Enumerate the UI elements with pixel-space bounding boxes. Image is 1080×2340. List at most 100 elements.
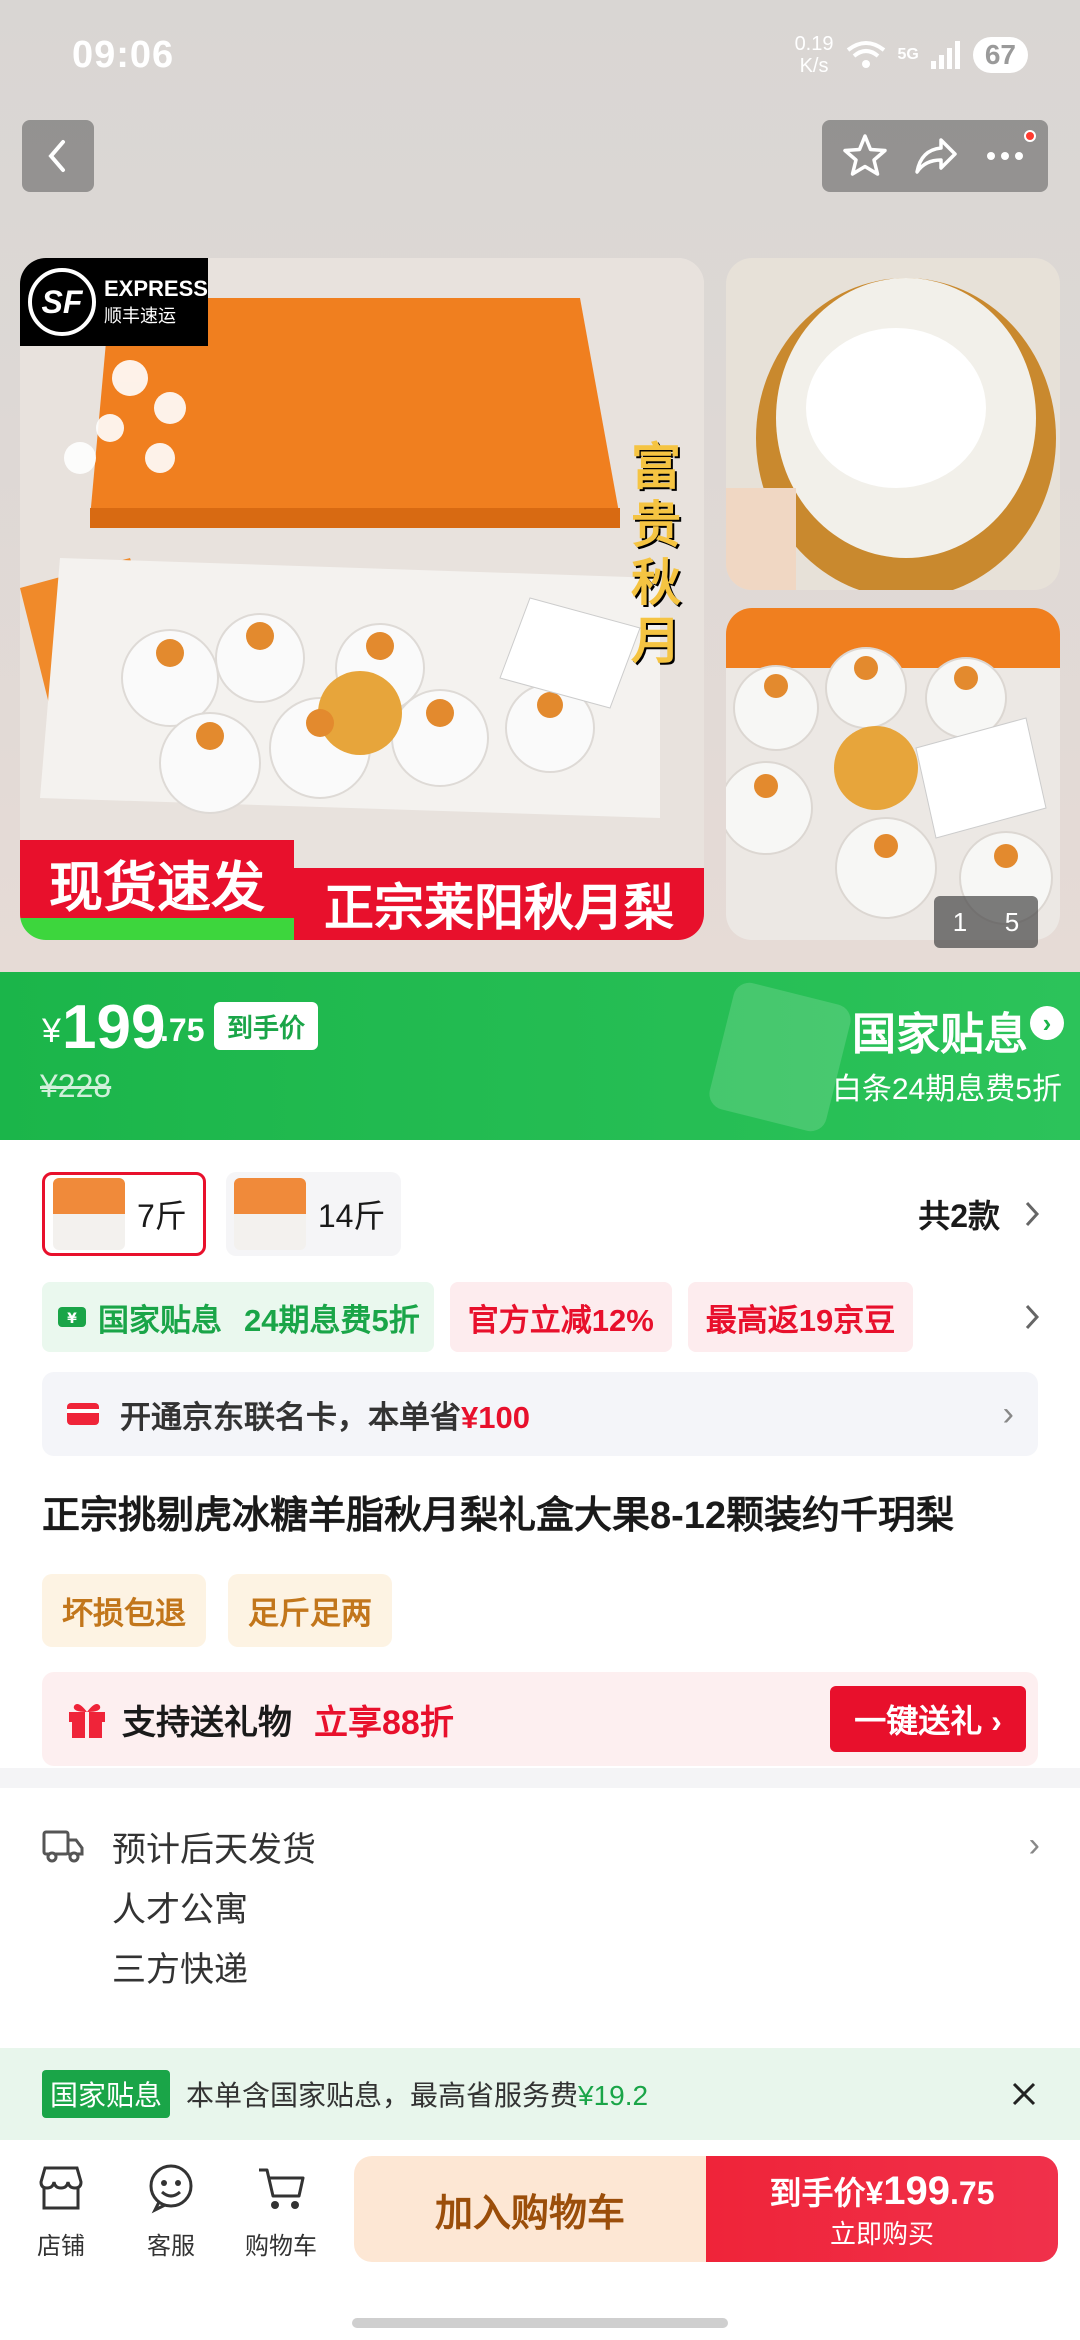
product-title: 正宗挑剔虎冰糖羊脂秋月梨礼盒大果8-12颗装约千玥梨 bbox=[42, 1495, 955, 1537]
promo-installment-label: 24期息费5折 bbox=[244, 1302, 420, 1338]
truck-icon bbox=[42, 1830, 84, 1863]
sf-logo: SF bbox=[28, 268, 96, 336]
cart-icon bbox=[259, 2168, 305, 2209]
promo-official-discount[interactable]: 官方立减12% bbox=[449, 1282, 672, 1352]
coupon-decoration bbox=[706, 979, 854, 1135]
variant-label: 14斤 bbox=[317, 1198, 386, 1234]
back-button[interactable] bbox=[22, 120, 94, 192]
chevron-right-icon[interactable]: › bbox=[1030, 1006, 1064, 1040]
chat-icon bbox=[149, 2164, 193, 2214]
promo-national-subsidy[interactable]: ¥ 国家贴息 24期息费5折 bbox=[42, 1282, 434, 1352]
national-subsidy-link[interactable]: 国家贴息 bbox=[852, 998, 1028, 1062]
status-icons: 0.19 K/s 5G 67 bbox=[795, 33, 1028, 77]
shop-label: 店铺 bbox=[37, 2233, 85, 2260]
notice-amount: ¥19.2 bbox=[578, 2080, 649, 2111]
variant-thumbnail bbox=[233, 1178, 306, 1250]
variant-option-7jin[interactable]: 7斤 bbox=[42, 1172, 206, 1256]
cobrand-card-offer[interactable]: 开通京东联名卡，本单省¥100 › bbox=[42, 1372, 1038, 1456]
signal-icon bbox=[930, 41, 960, 69]
notice-text: 本单含国家贴息，最高省服务费¥19.2 bbox=[186, 2080, 649, 2111]
gallery-pager: 1 5 bbox=[934, 896, 1038, 948]
promo-subsidy-label: 国家贴息 bbox=[98, 1302, 222, 1338]
chevron-right-icon bbox=[1025, 1201, 1040, 1227]
variant-count: 共2款 bbox=[918, 1198, 1000, 1234]
price-decimal: .75 bbox=[160, 1012, 205, 1048]
notification-dot bbox=[1024, 130, 1036, 142]
variant-label: 7斤 bbox=[137, 1198, 187, 1234]
gift-discount: 立享88折 bbox=[314, 1703, 454, 1742]
shop-button[interactable]: 店铺 bbox=[6, 2156, 116, 2261]
service-tags: 坏损包退 足斤足两 bbox=[42, 1574, 392, 1647]
home-indicator[interactable] bbox=[352, 2318, 728, 2328]
thumbnail-image-1[interactable] bbox=[726, 258, 1060, 590]
shipping-address: 人才公寓 bbox=[112, 1891, 248, 1929]
top-actions bbox=[822, 120, 1048, 192]
thumbnail-image-2[interactable] bbox=[726, 608, 1060, 940]
cart-button[interactable]: 购物车 bbox=[226, 2156, 336, 2261]
card-offer-amount: ¥100 bbox=[461, 1399, 530, 1435]
chevron-right-icon[interactable] bbox=[1024, 1303, 1040, 1331]
sf-badge-title: EXPRESS bbox=[104, 276, 208, 301]
subsidy-notice-bar: 国家贴息 本单含国家贴息，最高省服务费¥19.2 bbox=[0, 2048, 1080, 2140]
sf-express-badge: SF EXPRESS 顺丰速运 bbox=[20, 258, 208, 346]
chevron-right-icon: › bbox=[1028, 1826, 1040, 1864]
close-icon[interactable] bbox=[1010, 2080, 1038, 2108]
image-vertical-caption: 富贵秋月 bbox=[631, 437, 681, 670]
original-price: ¥228 bbox=[40, 1068, 112, 1104]
chevron-left-icon bbox=[48, 140, 65, 172]
chevron-right-icon: › bbox=[1002, 1394, 1014, 1433]
promo-cashback[interactable]: 最高返19京豆 bbox=[687, 1282, 914, 1352]
gift-box-illustration bbox=[20, 258, 704, 940]
main-product-image[interactable]: SF EXPRESS 顺丰速运 富贵秋月 现货速发 正宗莱阳秋月梨 bbox=[20, 258, 704, 940]
shop-icon bbox=[39, 2166, 83, 2210]
shipping-eta: 预计后天发货 bbox=[112, 1831, 316, 1869]
wifi-icon bbox=[846, 41, 885, 68]
send-gift-button[interactable]: 一键送礼 › bbox=[830, 1686, 1026, 1752]
gift-title: 支持送礼物 bbox=[122, 1703, 292, 1742]
shipping-carrier: 三方快递 bbox=[112, 1951, 248, 1989]
image-promo-instock: 现货速发 bbox=[20, 840, 294, 940]
battery-indicator: 67 bbox=[972, 37, 1028, 73]
card-offer-text: 开通京东联名卡，本单省¥100 bbox=[120, 1399, 530, 1435]
more-icon[interactable] bbox=[981, 132, 1029, 180]
price-integer: 199 bbox=[62, 993, 166, 1062]
variant-count-link[interactable]: 共2款 bbox=[918, 1191, 1040, 1237]
bottom-action-bar: 店铺 客服 购物车 加入购物车 到手价¥199.75 立即购买 bbox=[0, 2140, 1080, 2340]
price-banner: ¥ 199 .75 到手价 ¥228 国家贴息 › 白条24期息费5折 bbox=[0, 972, 1080, 1140]
add-to-cart-button[interactable]: 加入购物车 bbox=[354, 2156, 706, 2262]
svg-text:¥: ¥ bbox=[67, 1311, 77, 1327]
tag-damage-refund: 坏损包退 bbox=[42, 1574, 206, 1647]
section-divider bbox=[0, 1768, 1080, 1788]
pear-box-illustration bbox=[726, 608, 1060, 940]
cart-label: 购物车 bbox=[245, 2233, 317, 2260]
customer-service-button[interactable]: 客服 bbox=[116, 2156, 226, 2261]
final-price-tag: 到手价 bbox=[214, 1002, 318, 1050]
product-gallery[interactable]: 09:06 0.19 K/s 5G 67 SF EXPRESS 顺丰速运 富贵秋… bbox=[0, 0, 1080, 972]
pear-cut-illustration bbox=[726, 258, 1060, 590]
price-currency: ¥ bbox=[42, 1012, 61, 1050]
tag-full-weight: 足斤足两 bbox=[228, 1574, 392, 1647]
status-time: 09:06 bbox=[72, 33, 175, 76]
network-type: 5G bbox=[897, 46, 919, 63]
baitiao-offer: 白条24期息费5折 bbox=[831, 1073, 1062, 1106]
money-icon: ¥ bbox=[58, 1307, 86, 1327]
share-icon[interactable] bbox=[911, 132, 959, 180]
status-bar: 09:06 0.19 K/s 5G 67 bbox=[72, 30, 1028, 80]
service-label: 客服 bbox=[147, 2233, 195, 2260]
shipping-info[interactable]: 预计后天发货 人才公寓 三方快递 › bbox=[42, 1820, 1040, 2000]
credit-card-icon bbox=[67, 1403, 99, 1425]
buy-now-price: 到手价¥199.75 bbox=[769, 2168, 995, 2213]
image-promo-authentic: 正宗莱阳秋月梨 bbox=[294, 868, 704, 940]
variant-option-14jin[interactable]: 14斤 bbox=[225, 1172, 402, 1256]
variant-thumbnail bbox=[53, 1178, 125, 1250]
star-icon[interactable] bbox=[841, 132, 889, 180]
gift-icon bbox=[69, 1704, 105, 1738]
pager-current: 1 bbox=[952, 906, 968, 937]
buy-now-button[interactable]: 到手价¥199.75 立即购买 bbox=[706, 2156, 1058, 2262]
notice-badge: 国家贴息 bbox=[42, 2070, 171, 2118]
sf-badge-subtitle: 顺丰速运 bbox=[104, 306, 176, 326]
buy-now-label: 立即购买 bbox=[829, 2218, 934, 2249]
network-speed: 0.19 K/s bbox=[794, 33, 834, 77]
pager-total: 5 bbox=[1004, 906, 1020, 937]
promotion-row[interactable]: ¥ 国家贴息 24期息费5折 官方立减12% 最高返19京豆 bbox=[42, 1282, 1040, 1352]
